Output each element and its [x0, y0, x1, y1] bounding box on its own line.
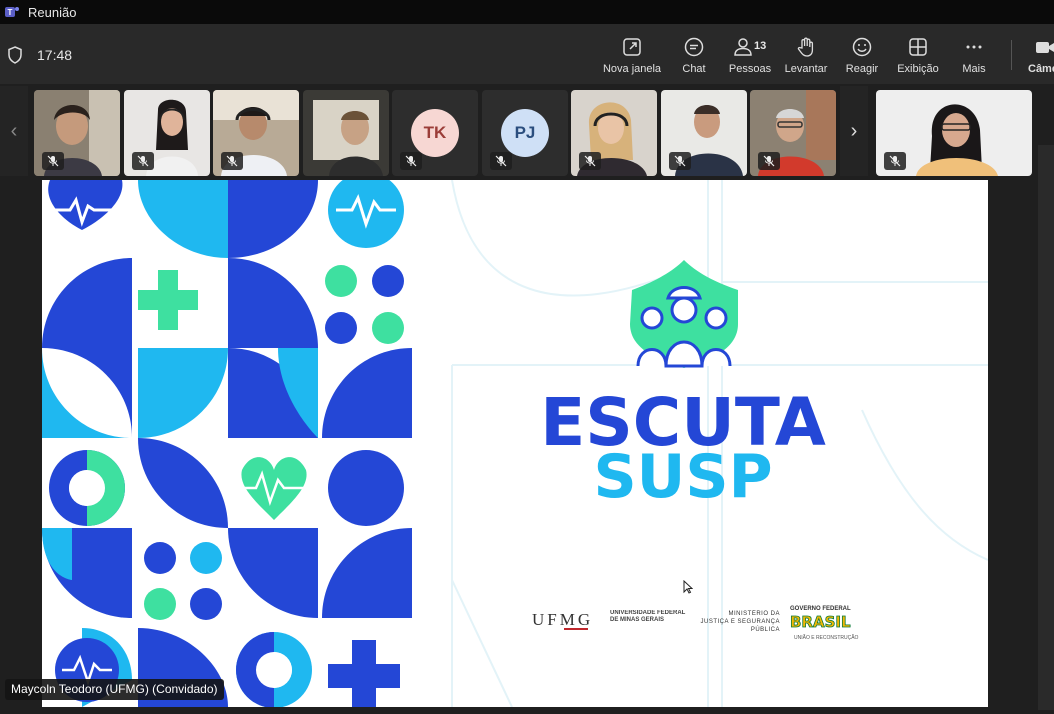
chat-button[interactable]: Chat: [664, 36, 724, 90]
ministerio-name: MINISTÉRIO DA JUSTIÇA E SEGURANÇA PÚBLIC…: [700, 611, 780, 633]
participant-video-tile-large[interactable]: [876, 90, 1032, 176]
title-bar: T Reunião: [0, 0, 1054, 24]
presentation-slide: ESCUTA SUSP UFMG UNIVERSIDADE FEDERAL DE…: [42, 180, 988, 707]
presenter-name-tag: Maycoln Teodoro (UFMG) (Convidado): [5, 679, 224, 700]
shield-icon[interactable]: [7, 46, 23, 64]
chat-label: Chat: [682, 63, 706, 75]
teams-icon: T: [5, 7, 19, 17]
chevron-right-icon[interactable]: ›: [840, 86, 868, 176]
mic-off-icon: [221, 152, 243, 170]
participant-tile-pj[interactable]: PJ: [482, 90, 568, 176]
geometric-pattern: [42, 180, 412, 707]
camera-label: Câme: [1028, 63, 1054, 75]
new-window-button[interactable]: Nova janela: [602, 36, 662, 75]
camera-icon: [1036, 42, 1054, 53]
new-window-label: Nova janela: [602, 63, 662, 75]
participant-video-tile[interactable]: [750, 90, 836, 176]
grid-icon: [909, 38, 927, 56]
avatar-pj: PJ: [501, 109, 549, 157]
participant-video: [303, 90, 389, 176]
participant-video-tile[interactable]: [571, 90, 657, 176]
ufmg-name-box: UNIVERSIDADE FEDERAL DE MINAS GERAIS: [610, 610, 686, 623]
react-label: Reagir: [845, 63, 879, 75]
uniao-label: UNIÃO E RECONSTRUÇÃO: [794, 634, 859, 641]
participant-video-tile[interactable]: [34, 90, 120, 176]
react-button[interactable]: Reagir: [832, 36, 892, 75]
ufmg-name: UNIVERSIDADE FEDERAL DE MINAS GERAIS: [610, 610, 686, 623]
camera-button[interactable]: Câme: [1024, 36, 1054, 75]
hand-icon: [797, 37, 814, 57]
view-label: Exibição: [897, 63, 939, 75]
ufmg-logo: UFMG: [532, 610, 593, 629]
participant-video-tile[interactable]: [213, 90, 299, 176]
participant-tile-tk[interactable]: TK: [392, 90, 478, 176]
participant-video-tile[interactable]: [303, 90, 389, 176]
view-button[interactable]: Exibição: [888, 36, 948, 75]
mouse-cursor-icon: [683, 580, 693, 594]
raise-hand-label: Levantar: [784, 63, 828, 75]
people-count: 13: [754, 40, 767, 52]
governo-label: GOVERNO FEDERAL: [790, 606, 851, 612]
people-button[interactable]: 13 Pessoas: [720, 36, 780, 75]
raise-hand-button[interactable]: Levantar: [776, 36, 836, 75]
mic-off-icon: [579, 152, 601, 170]
more-icon: [966, 45, 982, 49]
mic-off-icon: [758, 152, 780, 170]
mic-off-icon: [669, 152, 691, 170]
people-label: Pessoas: [728, 63, 772, 75]
mic-off-icon: [400, 152, 422, 170]
participant-video-tile[interactable]: [661, 90, 747, 176]
side-panel-edge: [1038, 145, 1054, 710]
smiley-icon: [852, 37, 872, 57]
chat-icon: [684, 37, 704, 57]
window-title: Reunião: [28, 4, 77, 20]
people-icon: [734, 38, 752, 56]
chevron-left-icon[interactable]: ‹: [0, 86, 28, 176]
ministerio-box: MINISTÉRIO DA JUSTIÇA E SEGURANÇA PÚBLIC…: [700, 611, 780, 633]
svg-text:T: T: [8, 8, 13, 17]
meeting-time: 17:48: [37, 47, 73, 63]
slide-title-line2: SUSP: [593, 442, 772, 512]
shared-screen: ESCUTA SUSP UFMG UNIVERSIDADE FEDERAL DE…: [42, 180, 988, 707]
participant-video-tile[interactable]: [124, 90, 210, 176]
more-button[interactable]: Mais: [944, 36, 1004, 75]
meeting-toolbar: 17:48 Nova janela Chat 13 Pessoas Levant…: [0, 24, 1054, 90]
participant-strip: ‹ TK PJ ›: [0, 86, 1054, 180]
mic-off-icon: [490, 152, 512, 170]
mic-off-icon: [132, 152, 154, 170]
more-label: Mais: [962, 63, 986, 75]
toolbar-divider: [1011, 40, 1012, 70]
popout-icon: [623, 38, 641, 56]
brasil-logo: BRASIL: [790, 613, 851, 631]
mic-off-icon: [42, 152, 64, 170]
avatar-tk: TK: [411, 109, 459, 157]
mic-off-icon: [884, 152, 906, 170]
